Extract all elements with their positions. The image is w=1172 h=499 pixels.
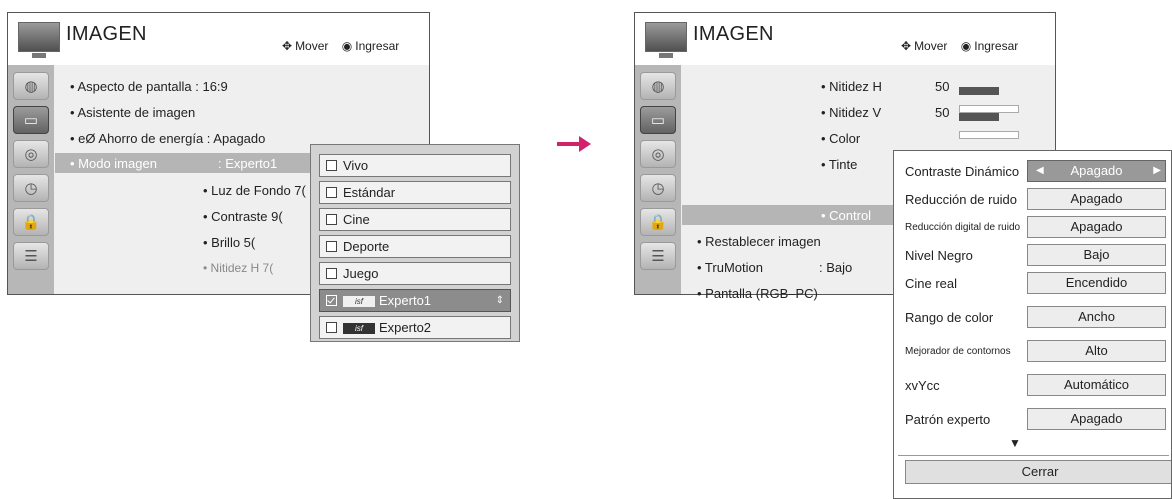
menu-control[interactable]: • Control: [821, 208, 871, 223]
picture-category-icon[interactable]: ▭: [13, 106, 49, 134]
trumotion-value: : Bajo: [819, 260, 853, 275]
setting-row-contraste-dinamico[interactable]: Contraste Dinámico ◀ Apagado ▶: [894, 160, 1171, 184]
divider: [898, 455, 1169, 456]
option-cine[interactable]: Cine: [319, 208, 511, 231]
clock-icon[interactable]: ◷: [13, 174, 49, 202]
audio-speaker-icon[interactable]: ◎: [13, 140, 49, 168]
tv-icon: [18, 22, 60, 58]
option-juego[interactable]: Juego: [319, 262, 511, 285]
option-experto2[interactable]: isf Experto2: [319, 316, 511, 339]
setting-value[interactable]: Apagado: [1027, 188, 1166, 210]
clock-icon[interactable]: ◷: [640, 174, 676, 202]
scroll-down-icon[interactable]: ▼: [1009, 436, 1021, 450]
menu-brightness[interactable]: • Brillo 5(: [203, 235, 255, 250]
menu-screen-rgb-pc[interactable]: • Pantalla (RGB–PC): [697, 286, 818, 301]
setting-value[interactable]: Bajo: [1027, 244, 1166, 266]
checkbox-icon: [326, 241, 337, 252]
setting-row-xvycc[interactable]: xvYcc Automático: [894, 374, 1171, 398]
setting-row-patron-experto[interactable]: Patrón experto Apagado: [894, 408, 1171, 432]
lock-icon[interactable]: 🔒: [640, 208, 676, 236]
option-vivo[interactable]: Vivo: [319, 154, 511, 177]
menu-picture-wizard[interactable]: • Asistente de imagen: [70, 105, 195, 120]
left-panel-title: IMAGEN: [66, 23, 147, 45]
menu-sharpness-v[interactable]: • Nitidez V: [821, 105, 881, 120]
isf-badge-icon: isf: [343, 296, 375, 308]
menu-tint[interactable]: • Tinte: [821, 157, 857, 172]
left-panel-header: IMAGEN ✥ Mover ◉ Ingresar: [8, 13, 429, 65]
satellite-dish-icon[interactable]: ◍: [13, 72, 49, 100]
checkbox-icon: [326, 268, 337, 279]
picture-mode-dropdown: Vivo Estándar Cine Deporte Juego isf Expe…: [310, 144, 520, 342]
menu-contrast[interactable]: • Contraste 9(: [203, 209, 283, 224]
arrow-right-icon[interactable]: ▶: [1153, 161, 1161, 181]
sharpness-v-value: 50: [935, 105, 950, 120]
move-hint: ✥ Mover ◉ Ingresar: [282, 39, 400, 53]
menu-picture-mode[interactable]: • Modo imagen: [70, 156, 157, 171]
arrow-left-icon[interactable]: ◀: [1036, 161, 1044, 181]
move-arrows-icon: ✥: [282, 39, 293, 53]
option-deporte[interactable]: Deporte: [319, 235, 511, 258]
setting-row-cine-real[interactable]: Cine real Encendido: [894, 272, 1171, 296]
move-arrows-icon: ✥: [901, 39, 912, 53]
category-sidebar: ◍ ▭ ◎ ◷ 🔒 ☰: [635, 65, 681, 294]
picture-category-icon[interactable]: ▭: [640, 106, 676, 134]
setting-row-nivel-negro[interactable]: Nivel Negro Bajo: [894, 244, 1171, 268]
menu-sharpness-h[interactable]: • Nitidez H 7(: [203, 261, 273, 275]
isf-badge-icon: isf: [343, 323, 375, 335]
menu-picture-mode-value: : Experto1: [218, 156, 278, 171]
setting-value[interactable]: Alto: [1027, 340, 1166, 362]
menu-color[interactable]: • Color: [821, 131, 860, 146]
setting-value[interactable]: Ancho: [1027, 306, 1166, 328]
scroll-updown-icon: ⇕: [495, 295, 504, 306]
setting-value-selector[interactable]: ◀ Apagado ▶: [1027, 160, 1166, 182]
close-button[interactable]: Cerrar: [905, 460, 1171, 484]
setting-value[interactable]: Automático: [1027, 374, 1166, 396]
satellite-dish-icon[interactable]: ◍: [640, 72, 676, 100]
sharpness-h-value: 50: [935, 79, 950, 94]
right-panel-header: IMAGEN ✥ Mover ◉ Ingresar: [635, 13, 1055, 65]
move-hint: ✥ Mover ◉ Ingresar: [901, 39, 1019, 53]
setting-row-reduccion-ruido[interactable]: Reducción de ruido Apagado: [894, 188, 1171, 212]
advanced-control-overlay: Contraste Dinámico ◀ Apagado ▶ Reducción d…: [893, 150, 1172, 499]
audio-speaker-icon[interactable]: ◎: [640, 140, 676, 168]
lock-icon[interactable]: 🔒: [13, 208, 49, 236]
tv-icon: [645, 22, 687, 58]
right-panel-title: IMAGEN: [693, 23, 774, 45]
category-sidebar: ◍ ▭ ◎ ◷ 🔒 ☰: [8, 65, 54, 294]
checked-checkbox-icon: [326, 295, 337, 306]
setting-value[interactable]: Encendido: [1027, 272, 1166, 294]
checkbox-icon: [326, 187, 337, 198]
menu-aspect-ratio[interactable]: • Aspecto de pantalla : 16:9: [70, 79, 228, 94]
ok-button-icon: ◉: [960, 39, 972, 53]
setting-row-mejorador-contornos[interactable]: Mejorador de contornos Alto: [894, 340, 1171, 364]
transition-arrow-icon: [557, 136, 591, 152]
option-estandar[interactable]: Estándar: [319, 181, 511, 204]
checkbox-icon: [326, 214, 337, 225]
ok-button-icon: ◉: [341, 39, 353, 53]
checkbox-icon: [326, 160, 337, 171]
setting-row-reduccion-digital-ruido[interactable]: Reducción digital de ruido Apagado: [894, 216, 1171, 240]
setting-value[interactable]: Apagado: [1027, 408, 1166, 430]
option-experto1[interactable]: isf Experto1 ⇕: [319, 289, 511, 312]
menu-sharpness-h[interactable]: • Nitidez H: [821, 79, 882, 94]
options-icon[interactable]: ☰: [640, 242, 676, 270]
menu-backlight[interactable]: • Luz de Fondo 7(: [203, 183, 306, 198]
menu-reset-picture[interactable]: • Restablecer imagen: [697, 234, 821, 249]
menu-trumotion[interactable]: • TruMotion: [697, 260, 763, 275]
setting-value[interactable]: Apagado: [1027, 216, 1166, 238]
menu-energy-saving[interactable]: • eØ Ahorro de energía : Apagado: [70, 131, 265, 146]
checkbox-icon: [326, 322, 337, 333]
options-icon[interactable]: ☰: [13, 242, 49, 270]
setting-row-rango-color[interactable]: Rango de color Ancho: [894, 306, 1171, 330]
sharpness-v-slider[interactable]: [959, 108, 1055, 144]
